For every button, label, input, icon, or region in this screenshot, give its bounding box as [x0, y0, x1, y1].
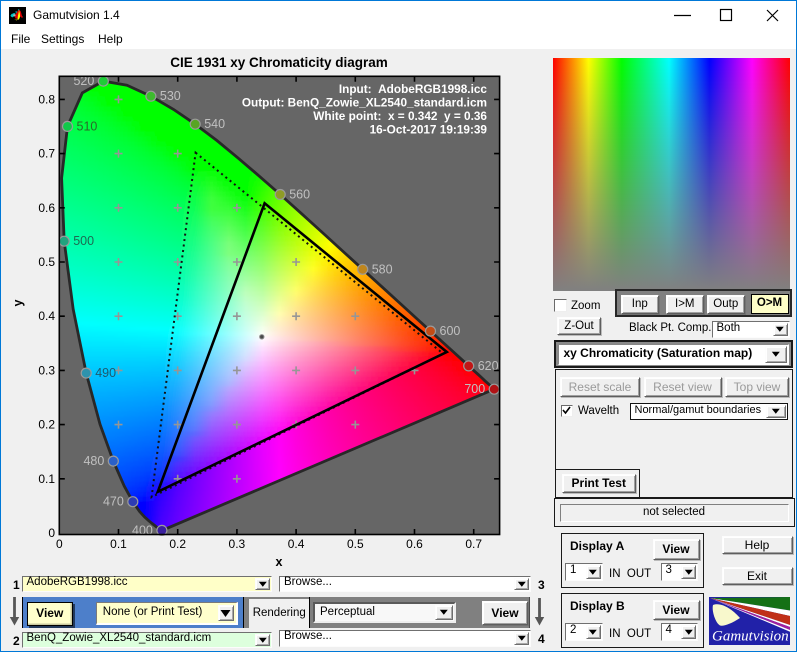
- svg-text:500: 500: [73, 234, 94, 248]
- svg-text:y: y: [11, 299, 25, 306]
- svg-text:0.2: 0.2: [169, 537, 186, 551]
- svg-text:0.2: 0.2: [38, 418, 55, 432]
- svg-text:490: 490: [95, 366, 116, 380]
- svg-text:Output: BenQ_Zowie_XL2540_stan: Output: BenQ_Zowie_XL2540_standard.icm: [242, 96, 487, 110]
- svg-text:CIE 1931 xy Chromaticity diagr: CIE 1931 xy Chromaticity diagram: [170, 55, 388, 70]
- svg-text:0.4: 0.4: [38, 309, 55, 323]
- svg-text:470: 470: [103, 495, 124, 509]
- svg-text:0: 0: [56, 537, 63, 551]
- svg-text:Gamutvision: Gamutvision: [712, 628, 789, 644]
- svg-text:Input: AdobeRGB1998.icc: Input: AdobeRGB1998.icc: [339, 82, 488, 96]
- svg-text:580: 580: [372, 262, 393, 276]
- svg-text:x: x: [276, 555, 283, 569]
- svg-text:560: 560: [289, 188, 310, 202]
- svg-text:530: 530: [160, 89, 181, 103]
- svg-text:0.7: 0.7: [465, 537, 482, 551]
- svg-text:0.4: 0.4: [288, 537, 305, 551]
- svg-text:White point: x = 0.342 y = 0: White point: x = 0.342 y = 0.36: [313, 109, 487, 123]
- svg-text:0.6: 0.6: [38, 201, 55, 215]
- svg-text:0: 0: [48, 526, 55, 540]
- svg-text:16-Oct-2017 19:19:39: 16-Oct-2017 19:19:39: [370, 123, 488, 137]
- svg-text:0.8: 0.8: [38, 92, 55, 106]
- svg-text:700: 700: [464, 382, 485, 396]
- svg-text:0.1: 0.1: [38, 472, 55, 486]
- svg-text:0.3: 0.3: [38, 363, 55, 377]
- svg-text:0.7: 0.7: [38, 147, 55, 161]
- svg-text:480: 480: [83, 454, 104, 468]
- svg-text:0.3: 0.3: [229, 537, 246, 551]
- svg-text:0.6: 0.6: [406, 537, 423, 551]
- svg-text:600: 600: [440, 324, 461, 338]
- svg-text:540: 540: [204, 117, 225, 131]
- svg-text:0.5: 0.5: [347, 537, 364, 551]
- svg-text:400: 400: [132, 523, 153, 537]
- svg-text:0.1: 0.1: [110, 537, 127, 551]
- svg-text:0.5: 0.5: [38, 255, 55, 269]
- svg-text:510: 510: [77, 119, 98, 133]
